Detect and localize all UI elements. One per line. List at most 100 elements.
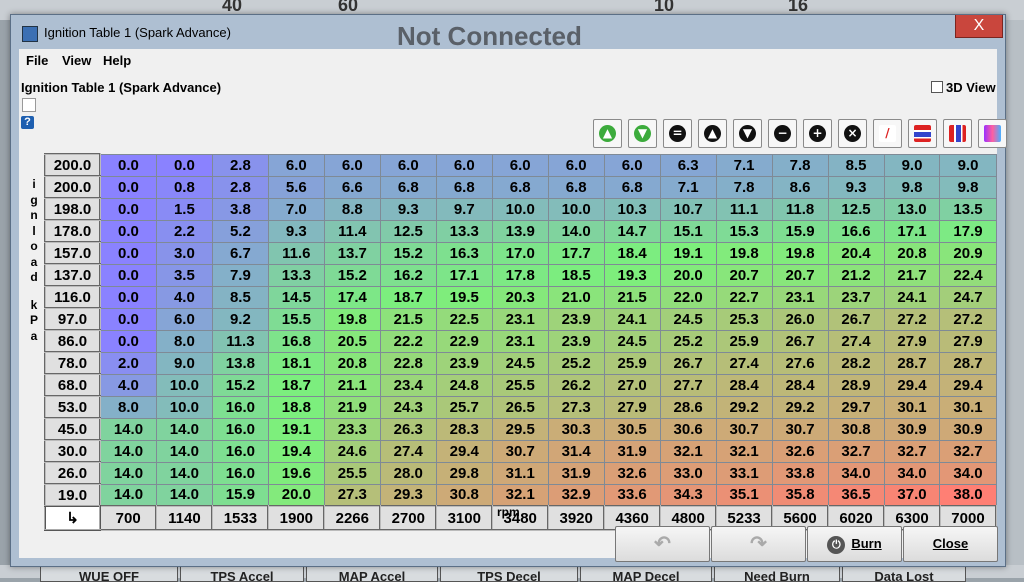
table-cell[interactable]: 9.2 xyxy=(211,307,269,331)
table-cell[interactable]: 33.1 xyxy=(715,461,773,485)
table-cell[interactable]: 32.9 xyxy=(547,483,605,507)
table-cell[interactable]: 31.4 xyxy=(547,439,605,463)
table-cell[interactable]: 25.5 xyxy=(323,461,381,485)
table-cell[interactable]: 22.7 xyxy=(715,285,773,309)
table-cell[interactable]: 32.7 xyxy=(883,439,941,463)
table-cell[interactable]: 20.7 xyxy=(715,263,773,287)
table-cell[interactable]: 24.3 xyxy=(379,395,437,419)
table-cell[interactable]: 14.0 xyxy=(99,417,157,441)
close-window-button[interactable]: X xyxy=(955,15,1003,38)
table-cell[interactable]: 12.5 xyxy=(827,197,885,221)
table-cell[interactable]: 27.9 xyxy=(603,395,661,419)
table-cell[interactable]: 21.0 xyxy=(547,285,605,309)
table-cell[interactable]: 27.2 xyxy=(883,307,941,331)
table-cell[interactable]: 36.5 xyxy=(827,483,885,507)
multiply-button[interactable]: × xyxy=(838,119,867,148)
table-cell[interactable]: 18.7 xyxy=(379,285,437,309)
table-cell[interactable]: 10.0 xyxy=(547,197,605,221)
rpm-axis-cell[interactable]: 1533 xyxy=(211,505,270,531)
table-cell[interactable]: 6.6 xyxy=(323,175,381,199)
load-axis-cell[interactable]: 198.0 xyxy=(44,197,101,221)
table-cell[interactable]: 16.2 xyxy=(379,263,437,287)
table-cell[interactable]: 9.3 xyxy=(379,197,437,221)
table-cell[interactable]: 19.4 xyxy=(267,439,325,463)
table-cell[interactable]: 20.0 xyxy=(267,483,325,507)
table-cell[interactable]: 14.0 xyxy=(99,483,157,507)
plus-button[interactable]: + xyxy=(803,119,832,148)
table-cell[interactable]: 22.9 xyxy=(435,329,493,353)
table-cell[interactable]: 24.8 xyxy=(435,373,493,397)
table-cell[interactable]: 30.7 xyxy=(715,417,773,441)
table-cell[interactable]: 8.0 xyxy=(155,329,213,353)
table-cell[interactable]: 25.9 xyxy=(715,329,773,353)
table-cell[interactable]: 29.2 xyxy=(771,395,829,419)
table-cell[interactable]: 29.4 xyxy=(939,373,997,397)
table-cell[interactable]: 14.0 xyxy=(155,461,213,485)
table-cell[interactable]: 25.7 xyxy=(435,395,493,419)
table-cell[interactable]: 0.0 xyxy=(99,329,157,353)
help-icon[interactable]: ? xyxy=(21,116,34,129)
table-cell[interactable]: 19.3 xyxy=(603,263,661,287)
decrease-button[interactable]: ▼ xyxy=(628,119,657,148)
table-cell[interactable]: 0.0 xyxy=(99,153,157,177)
table-cell[interactable]: 6.0 xyxy=(491,153,549,177)
table-cell[interactable]: 27.6 xyxy=(771,351,829,375)
load-axis-cell[interactable]: 78.0 xyxy=(44,351,101,375)
table-cell[interactable]: 14.0 xyxy=(155,439,213,463)
table-cell[interactable]: 16.8 xyxy=(267,329,325,353)
table-cell[interactable]: 0.0 xyxy=(99,241,157,265)
table-cell[interactable]: 29.8 xyxy=(435,461,493,485)
table-cell[interactable]: 24.5 xyxy=(659,307,717,331)
table-cell[interactable]: 13.0 xyxy=(883,197,941,221)
table-cell[interactable]: 0.0 xyxy=(99,197,157,221)
table-cell[interactable]: 23.4 xyxy=(379,373,437,397)
table-cell[interactable]: 29.3 xyxy=(379,483,437,507)
table-cell[interactable]: 11.3 xyxy=(211,329,269,353)
table-cell[interactable]: 10.0 xyxy=(491,197,549,221)
table-cell[interactable]: 20.5 xyxy=(323,329,381,353)
table-cell[interactable]: 6.0 xyxy=(323,153,381,177)
table-cell[interactable]: 18.5 xyxy=(547,263,605,287)
table-cell[interactable]: 16.3 xyxy=(435,241,493,265)
close-button[interactable]: Close xyxy=(903,526,998,562)
load-axis-cell[interactable]: 19.0 xyxy=(44,483,101,507)
rpm-axis-cell[interactable]: 1900 xyxy=(267,505,326,531)
table-cell[interactable]: 25.2 xyxy=(659,329,717,353)
load-axis-cell[interactable]: 157.0 xyxy=(44,241,101,265)
table-cell[interactable]: 11.4 xyxy=(323,219,381,243)
table-cell[interactable]: 1.5 xyxy=(155,197,213,221)
table-cell[interactable]: 6.8 xyxy=(435,175,493,199)
table-cell[interactable]: 30.8 xyxy=(435,483,493,507)
table-cell[interactable]: 27.2 xyxy=(939,307,997,331)
table-cell[interactable]: 26.2 xyxy=(547,373,605,397)
table-cell[interactable]: 17.1 xyxy=(883,219,941,243)
table-cell[interactable]: 6.0 xyxy=(603,153,661,177)
table-cell[interactable]: 29.4 xyxy=(883,373,941,397)
table-cell[interactable]: 21.1 xyxy=(323,373,381,397)
table-cell[interactable]: 5.2 xyxy=(211,219,269,243)
table-cell[interactable]: 28.7 xyxy=(939,351,997,375)
table-cell[interactable]: 19.1 xyxy=(659,241,717,265)
table-cell[interactable]: 30.1 xyxy=(939,395,997,419)
load-axis-cell[interactable]: 53.0 xyxy=(44,395,101,419)
table-cell[interactable]: 13.9 xyxy=(491,219,549,243)
table-cell[interactable]: 24.5 xyxy=(603,329,661,353)
table-cell[interactable]: 8.8 xyxy=(323,197,381,221)
table-cell[interactable]: 30.9 xyxy=(939,417,997,441)
table-cell[interactable]: 13.5 xyxy=(939,197,997,221)
table-cell[interactable]: 0.0 xyxy=(99,263,157,287)
table-cell[interactable]: 26.7 xyxy=(659,351,717,375)
rpm-axis-cell[interactable]: 700 xyxy=(98,505,158,531)
table-cell[interactable]: 17.0 xyxy=(491,241,549,265)
table-cell[interactable]: 9.7 xyxy=(435,197,493,221)
table-cell[interactable]: 13.8 xyxy=(211,351,269,375)
table-cell[interactable]: 27.4 xyxy=(715,351,773,375)
table-cell[interactable]: 16.0 xyxy=(211,395,269,419)
table-cell[interactable]: 9.3 xyxy=(827,175,885,199)
load-axis-cell[interactable]: 178.0 xyxy=(44,219,101,243)
table-cell[interactable]: 26.7 xyxy=(771,329,829,353)
table-cell[interactable]: 20.3 xyxy=(491,285,549,309)
table-cell[interactable]: 21.5 xyxy=(603,285,661,309)
table-cell[interactable]: 14.0 xyxy=(99,461,157,485)
table-cell[interactable]: 27.3 xyxy=(547,395,605,419)
